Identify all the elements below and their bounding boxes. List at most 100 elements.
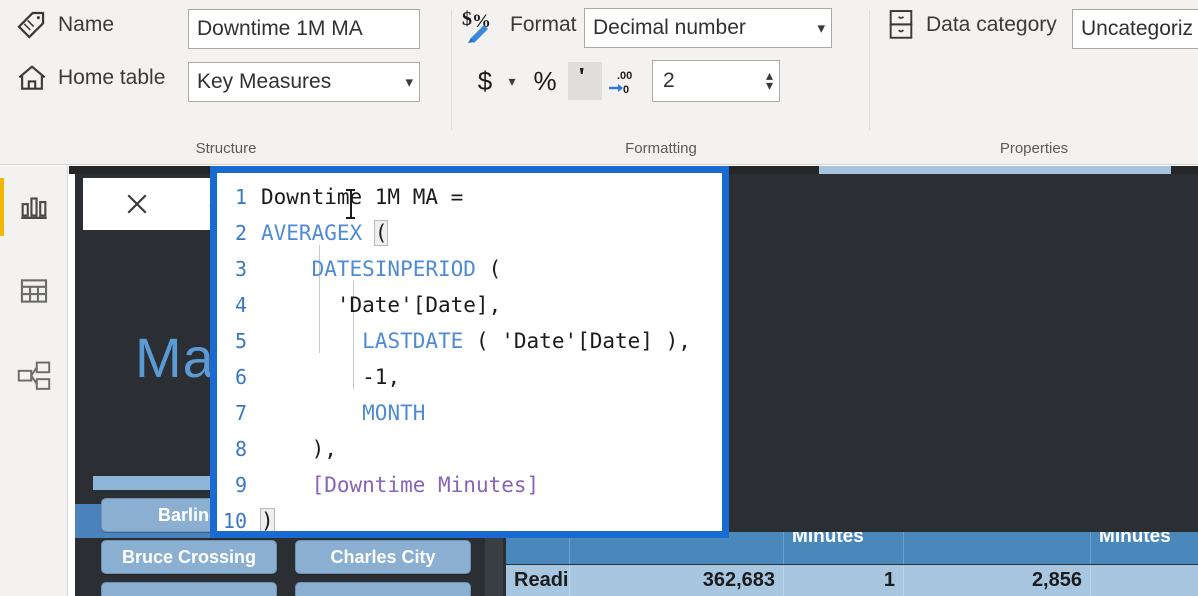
- format-value: Decimal number: [593, 16, 746, 39]
- line-number: 10: [222, 509, 247, 531]
- dax-line: 7 MONTH: [217, 395, 722, 431]
- table-cell: 1: [784, 565, 904, 596]
- data-category-label: Data category: [926, 13, 1057, 36]
- line-number: 2: [234, 221, 247, 245]
- table-header-cell: Minutes: [1099, 532, 1171, 547]
- table-cell: [1091, 565, 1198, 596]
- dax-code: Downtime 1M MA =: [261, 185, 463, 219]
- line-number: 8: [234, 437, 247, 461]
- format-field-row: $ % Format: [462, 6, 577, 44]
- table-cell: Reading: [506, 565, 570, 596]
- ribbon-group-formatting: $ % Format Decimal number ▾ $ ▾ % ' .00 …: [452, 0, 870, 165]
- slicer-label: Charles City: [330, 546, 436, 567]
- dax-column-token: 'Date'[Date]: [501, 329, 653, 353]
- measure-tools-ribbon: Name Downtime 1M MA Home table Key Measu…: [0, 0, 1198, 165]
- slicer-button-bruce-crossing[interactable]: Bruce Crossing: [101, 540, 277, 574]
- data-category-field-row: Data category: [886, 8, 1057, 42]
- home-icon: [16, 62, 48, 94]
- percent-format-button[interactable]: %: [528, 62, 562, 100]
- stepper-arrows[interactable]: ▴ ▾: [766, 68, 773, 92]
- sidebar-item-data-view[interactable]: [0, 254, 68, 328]
- svg-text:$: $: [462, 8, 472, 30]
- home-table-label: Home table: [58, 66, 166, 89]
- properties-group-caption: Properties: [999, 140, 1069, 157]
- slicer-button-next-row-right[interactable]: [295, 582, 471, 596]
- table-header-cell: Minutes: [784, 532, 904, 564]
- line-number: 6: [234, 365, 247, 389]
- svg-text:.00: .00: [617, 70, 632, 82]
- dax-keyword-token: MONTH: [362, 401, 426, 425]
- matching-bracket-highlight: ): [260, 508, 275, 531]
- dax-line: 10 ): [217, 503, 722, 531]
- data-category-value: Uncategoriz: [1081, 17, 1194, 40]
- filing-cabinet-icon: [886, 8, 916, 42]
- ribbon-group-properties: Data category Uncategoriz Properties: [870, 0, 1198, 165]
- currency-format-button[interactable]: $: [468, 62, 502, 100]
- cancel-formula-button[interactable]: [119, 186, 155, 222]
- slicer-button-charles-city[interactable]: Charles City: [295, 540, 471, 574]
- close-x-icon: [127, 194, 147, 214]
- sidebar-item-report-view[interactable]: [0, 170, 68, 244]
- decrease-decimals-icon: .00 0: [609, 70, 632, 96]
- format-select[interactable]: Decimal number ▾: [584, 8, 832, 48]
- line-number: 1: [234, 185, 247, 209]
- line-number: 5: [234, 329, 247, 353]
- dax-line: 6 -1,: [217, 359, 722, 395]
- dax-code: 'Date'[Date],: [336, 293, 502, 317]
- chevron-down-icon: ▾: [405, 74, 413, 91]
- table-cell: 362,683: [570, 565, 784, 596]
- dax-line: 9 [Downtime Minutes]: [217, 467, 722, 503]
- dax-code: AVERAGEX (: [261, 220, 389, 246]
- model-relationships-icon: [16, 358, 52, 392]
- formatting-group-caption: Formatting: [625, 140, 697, 157]
- sidebar-item-model-view[interactable]: [0, 338, 68, 412]
- line-number: 7: [234, 401, 247, 425]
- dax-editor-surface[interactable]: 1 Downtime 1M MA = 2 AVERAGEX ( 3 DATESI…: [217, 173, 722, 531]
- comma-icon: ': [577, 68, 586, 94]
- matching-bracket-highlight: (: [373, 220, 389, 246]
- line-number: 3: [234, 257, 247, 281]
- bar-chart-icon: [17, 190, 51, 224]
- measure-name-input[interactable]: Downtime 1M MA: [188, 9, 420, 49]
- decrease-decimals-button[interactable]: .00 0: [606, 62, 640, 100]
- dax-code: DATESINPERIOD (: [311, 257, 502, 281]
- dax-code: ),: [311, 437, 337, 461]
- home-table-value: Key Measures: [197, 70, 332, 93]
- home-table-field-row: Home table: [16, 62, 165, 94]
- data-category-select[interactable]: Uncategoriz: [1072, 9, 1198, 49]
- format-label: Format: [510, 13, 577, 36]
- dax-number-token: -1,: [362, 365, 401, 389]
- home-table-select[interactable]: Key Measures ▾: [188, 62, 420, 102]
- table-visual: Minutes Minutes Reading 362,683 1 2,856: [506, 532, 1198, 596]
- dax-line: 8 ),: [217, 431, 722, 467]
- decimal-places-value: 2: [663, 69, 675, 92]
- thousands-separator-button[interactable]: ': [568, 62, 602, 100]
- currency-percent-pencil-icon: $ %: [462, 6, 504, 44]
- chevron-down-icon: ▾: [817, 20, 825, 37]
- table-row[interactable]: Reading 362,683 1 2,856: [506, 565, 1198, 596]
- dax-function-token: LASTDATE: [362, 329, 464, 353]
- decimal-places-stepper[interactable]: 2 ▴ ▾: [652, 60, 780, 102]
- dax-function-token: DATESINPERIOD: [311, 257, 476, 281]
- measure-name-value: Downtime 1M MA: [197, 17, 363, 40]
- dax-formula-editor[interactable]: 1 Downtime 1M MA = 2 AVERAGEX ( 3 DATESI…: [210, 166, 729, 538]
- chevron-down-icon: ▾: [508, 72, 516, 89]
- stepper-down-icon[interactable]: ▾: [766, 78, 773, 92]
- name-field-row: Name: [14, 8, 114, 42]
- currency-dropdown-caret[interactable]: ▾: [502, 62, 522, 100]
- scrollbar-thumb[interactable]: [819, 166, 1171, 174]
- slicer-label: Bruce Crossing: [121, 546, 257, 567]
- table-cell: 2,856: [904, 565, 1091, 596]
- dax-line: 2 AVERAGEX (: [217, 215, 722, 251]
- svg-text:0: 0: [623, 84, 629, 96]
- dax-code: MONTH: [261, 401, 425, 425]
- view-switcher-sidebar: [0, 166, 68, 596]
- currency-glyph: $: [477, 65, 493, 96]
- dax-column-token: 'Date'[Date]: [336, 293, 489, 317]
- slicer-button-next-row-left[interactable]: [101, 582, 277, 596]
- dax-measure-token: [Downtime Minutes]: [311, 473, 540, 497]
- dax-line: 3 DATESINPERIOD (: [217, 251, 722, 287]
- dax-code: [Downtime Minutes]: [261, 473, 540, 497]
- dax-function-token: AVERAGEX: [261, 221, 363, 245]
- dax-line: 5 LASTDATE ( 'Date'[Date] ),: [217, 323, 722, 359]
